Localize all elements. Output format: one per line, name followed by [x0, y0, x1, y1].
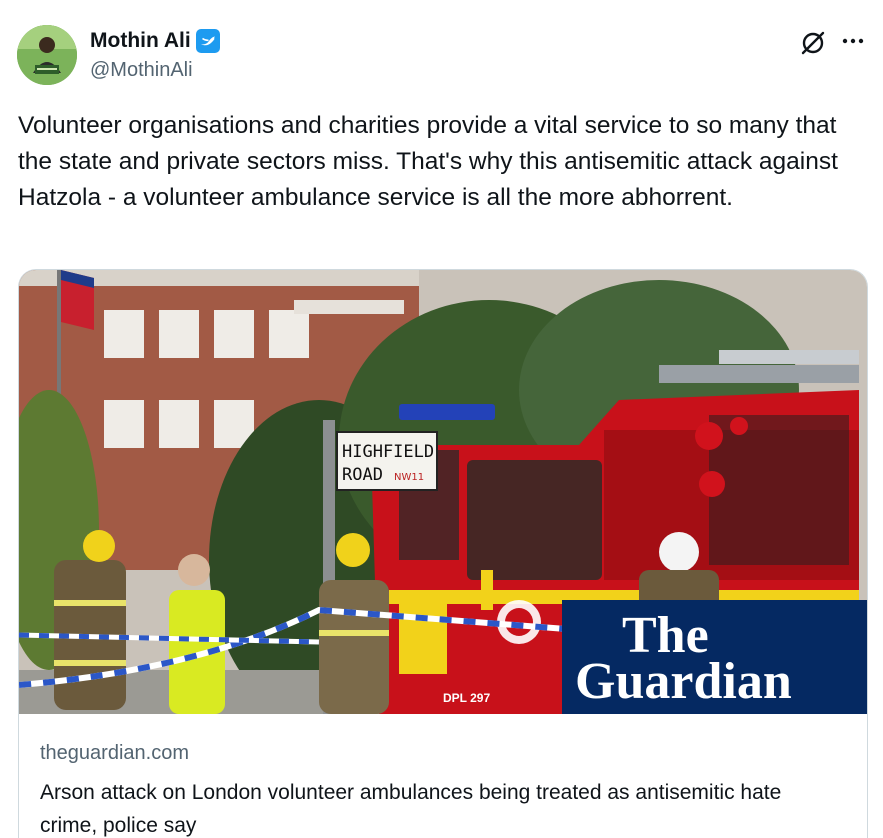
- card-image[interactable]: DPL 297 HIGHFIELD ROAD NW11 The Guardian: [19, 270, 867, 714]
- guardian-logo-line2: Guardian: [575, 653, 792, 710]
- card-domain: theguardian.com: [40, 742, 189, 764]
- avatar[interactable]: [17, 25, 77, 85]
- street-sign-line2: ROAD: [342, 465, 383, 485]
- tweet-text: Volunteer organisations and charities pr…: [18, 112, 838, 211]
- grok-icon[interactable]: [799, 29, 827, 57]
- street-sign-line1: HIGHFIELD: [342, 442, 434, 462]
- verified-badge-icon: [195, 28, 221, 54]
- card-title: Arson attack on London volunteer ambulan…: [40, 781, 782, 837]
- plate-text: DPL 297: [443, 691, 490, 705]
- more-icon[interactable]: [838, 27, 868, 55]
- display-name[interactable]: Mothin Ali: [90, 29, 191, 53]
- author-handle[interactable]: @MothinAli: [90, 59, 193, 82]
- link-card[interactable]: DPL 297 HIGHFIELD ROAD NW11 The Guardian…: [18, 269, 868, 838]
- street-sign-postcode: NW11: [394, 472, 424, 483]
